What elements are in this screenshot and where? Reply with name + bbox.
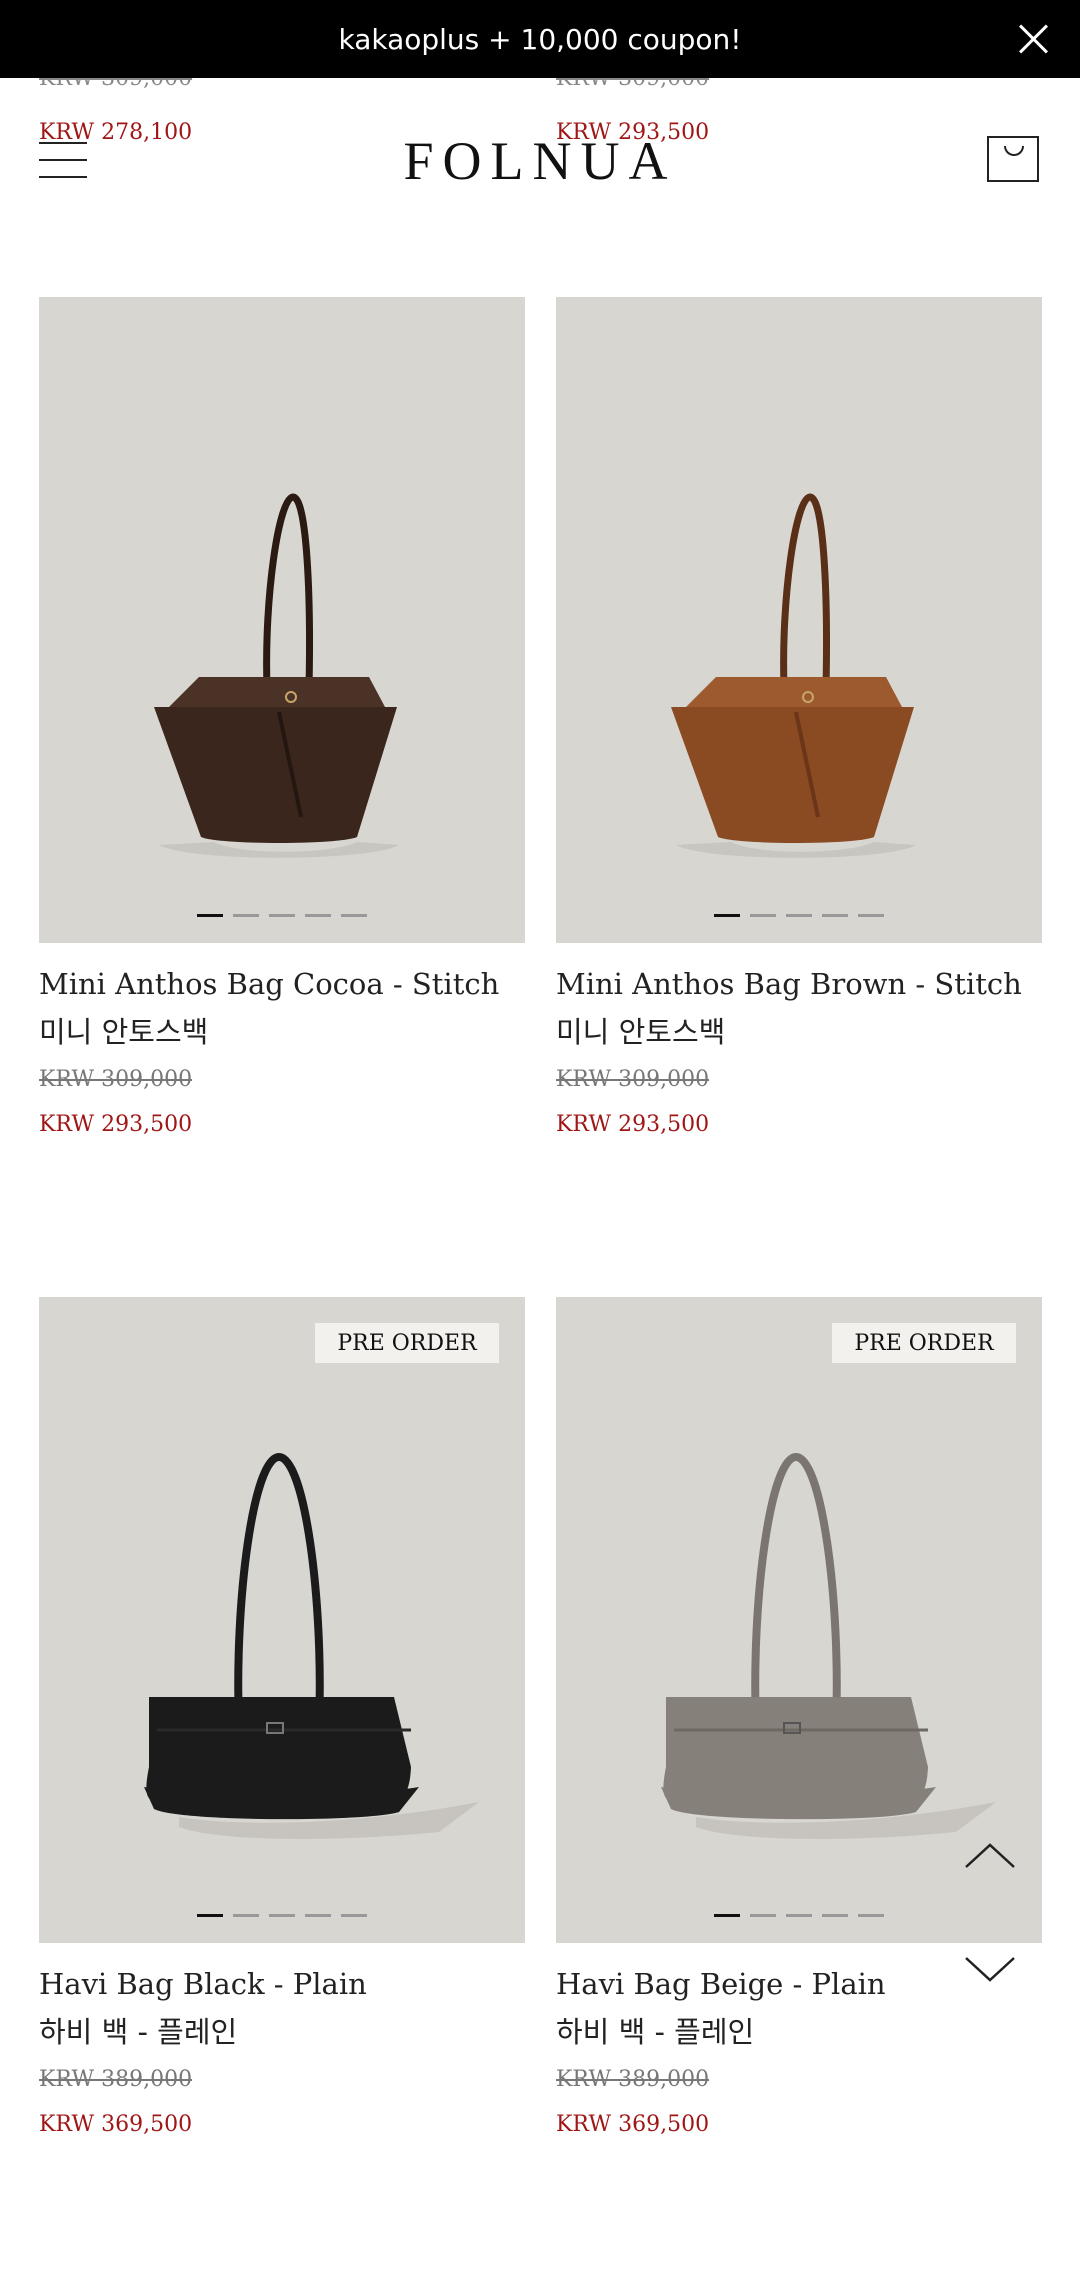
sale-price: KRW 369,500: [556, 2112, 710, 2137]
product-korean-name[interactable]: 하비 백 - 플레인: [556, 2009, 1042, 2051]
promo-banner-text[interactable]: kakaoplus + 10,000 coupon!: [338, 23, 741, 56]
bag-illustration: [154, 493, 399, 858]
image-carousel-dots[interactable]: [39, 1914, 525, 1917]
bag-illustration: [671, 493, 916, 858]
product-image[interactable]: PRE ORDER: [39, 1297, 525, 1943]
product-korean-name[interactable]: 하비 백 - 플레인: [39, 2009, 525, 2051]
product-name[interactable]: Mini Anthos Bag Cocoa - Stitch: [39, 967, 525, 1001]
product-korean-name[interactable]: 미니 안토스백: [39, 1009, 525, 1051]
original-price: KRW 309,000: [556, 1067, 710, 1092]
image-carousel-dots[interactable]: [556, 1914, 1042, 1917]
product-card[interactable]: Mini Anthos Bag Brown - Stitch 미니 안토스백 K…: [556, 297, 1042, 1137]
product-image[interactable]: [556, 297, 1042, 943]
promo-banner[interactable]: kakaoplus + 10,000 coupon!: [0, 0, 1080, 78]
product-name[interactable]: Mini Anthos Bag Brown - Stitch: [556, 967, 1042, 1001]
product-card[interactable]: PRE ORDER Havi Bag Beige - Plain 하비 백 - …: [556, 1297, 1042, 2137]
sale-price: KRW 369,500: [39, 2112, 193, 2137]
product-card[interactable]: Mini Anthos Bag Cocoa - Stitch 미니 안토스백 K…: [39, 297, 525, 1137]
shopping-bag-icon[interactable]: [987, 136, 1039, 182]
site-header: FOLNUA: [0, 78, 1080, 191]
brand-logo[interactable]: FOLNUA: [0, 130, 1080, 192]
close-icon[interactable]: [1016, 22, 1050, 56]
sale-price: KRW 293,500: [556, 1112, 710, 1137]
original-price: KRW 389,000: [39, 2067, 193, 2092]
original-price: KRW 389,000: [556, 2067, 710, 2092]
product-card[interactable]: PRE ORDER Havi Bag Black - Plain 하비 백 - …: [39, 1297, 525, 2137]
image-carousel-dots[interactable]: [556, 914, 1042, 917]
product-korean-name[interactable]: 미니 안토스백: [556, 1009, 1042, 1051]
original-price: KRW 309,000: [39, 1067, 193, 1092]
product-name[interactable]: Havi Bag Black - Plain: [39, 1967, 525, 2001]
bag-illustration: [144, 1452, 479, 1839]
product-image[interactable]: [39, 297, 525, 943]
chevron-down-icon[interactable]: [960, 1950, 1020, 1990]
image-carousel-dots[interactable]: [39, 914, 525, 917]
chevron-up-icon[interactable]: [960, 1835, 1020, 1875]
sale-price: KRW 293,500: [39, 1112, 193, 1137]
